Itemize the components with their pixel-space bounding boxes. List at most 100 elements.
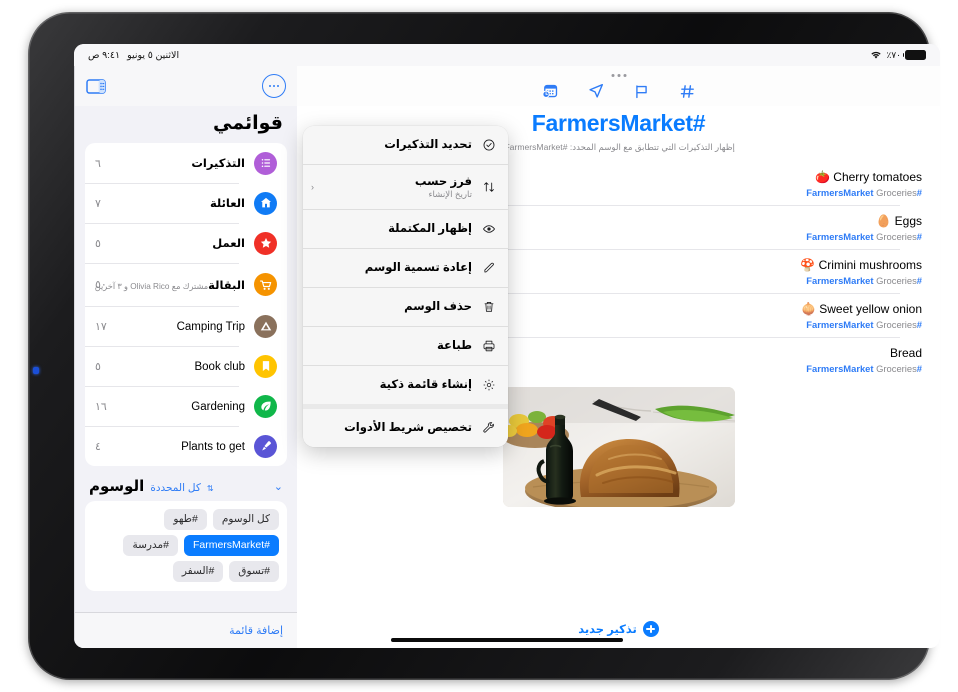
menu-item-8[interactable]: تخصيص شريط الأدوات [303,409,508,447]
sidebar-item-count: ٥ [95,237,101,250]
sidebar-item-camping-trip[interactable]: Camping Trip ١٧ [85,306,287,346]
reminder-title: Eggs 🥚 [876,214,922,228]
menu-item-text: تخصيص شريط الأدوات [314,421,472,435]
printer-icon [480,338,497,355]
checkmark-circle-icon [480,137,497,154]
menu-item-6[interactable]: طباعة [303,327,508,365]
tag-chip[interactable]: #تسوق [229,561,279,582]
bread-photo[interactable] [502,387,735,507]
sidebar-item-label: Gardening [191,401,245,413]
sidebar-item-book-club[interactable]: Book club ٥ [85,346,287,386]
tag-chip[interactable]: #FarmersMarket [183,535,279,556]
sidebar-item-count: ٤ [95,440,101,453]
list-bullets-icon [254,151,277,175]
menu-item-label: إنشاء قائمة ذكية [379,378,472,391]
sidebar-item-text: Gardening [120,397,245,415]
status-bar-time: ٩:٤١ ص [88,49,121,61]
gear-icon [480,377,497,394]
sidebar-item-text: Camping Trip [120,317,245,335]
reminder-name: Eggs [894,214,922,228]
reminder-name: Sweet yellow onion [819,302,922,316]
reminder-list-name: Groceries [876,187,917,198]
chevron-down-icon[interactable]: ⌄ [274,480,283,493]
sidebar-item-العائلة[interactable]: العائلة ٧ [85,183,287,223]
menu-item-1[interactable]: تحديد التذكيرات [303,126,508,164]
menu-item-text: طباعة [314,339,472,353]
calendar-clock-icon[interactable] [540,81,560,101]
eye-icon [480,221,497,238]
up-down-chevron-icon[interactable]: ⇅ [207,484,214,493]
hashtag-icon[interactable] [678,81,698,101]
menu-item-text: إعادة تسمية الوسم [314,261,472,275]
reminder-list-name: Groceries [876,275,917,286]
menu-item-text: حذف الوسم [314,300,472,314]
sidebar-item-label: Plants to get [181,441,245,453]
more-options-icon[interactable] [262,74,286,98]
tag-chip[interactable]: كل الوسوم [212,509,279,530]
pencil-icon [480,260,497,277]
tags-card: كل الوسوم #طهو #FarmersMarket #مدرسة #تسوق #ا… [85,501,287,591]
status-bar-left: ٧٠٪ [870,50,926,61]
sidebar-toolbar [75,66,297,106]
star-icon [254,231,277,255]
sidebar-item-label: العمل [212,238,245,250]
tent-icon [254,314,277,338]
reminder-emoji: 🍄 [800,258,816,272]
main-toolbar [297,66,940,106]
menu-item-label: فرز حسب [414,174,472,188]
sidebar-item-label: التذكيرات [191,158,245,170]
plus-circle-icon[interactable] [642,621,659,637]
reminder-title: Cherry tomatoes 🍅 [815,170,922,184]
sidebar-item-count: ٥ [95,360,101,373]
tags-header: ⌄ ⇅ كل المحددة الوسوم [75,466,297,501]
menu-item-4[interactable]: إعادة تسمية الوسم [303,249,508,287]
wrench-icon [480,420,497,437]
sidebar-item-plants-to-get[interactable]: Plants to get ٤ [85,426,287,466]
tags-selection-label[interactable]: كل المحددة [150,482,201,494]
main-toolbar-icons [540,81,698,101]
sidebar-item-text: العائلة [120,194,245,212]
tags-header-right: ⇅ كل المحددة الوسوم [89,477,214,495]
home-indicator[interactable] [391,638,623,642]
menu-item-text: إظهار المكتملة [314,222,472,236]
device-indicator-light [33,367,39,374]
sidebar-item-text: التذكيرات [120,154,245,172]
menu-item-7[interactable]: إنشاء قائمة ذكية [303,366,508,404]
multitasking-grabber-icon[interactable] [611,74,626,77]
menu-item-5[interactable]: حذف الوسم [303,288,508,326]
menu-item-3[interactable]: إظهار المكتملة [303,210,508,248]
reminder-name: Cherry tomatoes [833,170,922,184]
sidebar-title: قوائمي [213,113,283,134]
wifi-icon [871,51,882,59]
sidebar-item-count: ٧ [95,197,101,210]
ipad-screen: ٧٠٪ الاثنين ٥ يونيو ٩:٤١ ص #FarmersMarke… [74,44,940,648]
reminder-title: Crimini mushrooms 🍄 [800,258,922,272]
house-icon [254,191,277,215]
reminder-list-name: Groceries [876,231,917,242]
menu-item-label: تخصيص شريط الأدوات [344,421,472,434]
options-popover-menu[interactable]: تحديد التذكيرات فرز حسب تاريخ الإنشاء ‹ إظها… [303,126,508,447]
menu-item-subtitle: تاريخ الإنشاء [428,188,473,199]
new-reminder-label: تذكير جديد [578,624,637,636]
flag-icon[interactable] [632,81,652,101]
leaf-icon [254,394,277,418]
status-bar: ٧٠٪ الاثنين ٥ يونيو ٩:٤١ ص [74,44,940,66]
reminder-title: Sweet yellow onion 🧅 [801,302,922,316]
sidebar-item-gardening[interactable]: Gardening ١٦ [85,386,287,426]
sidebar-item-البقالة[interactable]: البقالةمشترك مع Olivia Rico و ٣ آخرين ٥٠ [85,263,287,306]
sidebar-item-العمل[interactable]: العمل ٥ [85,223,287,263]
menu-item-label: إعادة تسمية الوسم [364,261,472,274]
sidebar-item-التذكيرات[interactable]: التذكيرات ٦ [85,143,287,183]
tag-chip[interactable]: #طهو [164,509,207,530]
tags-title: الوسوم [89,478,145,495]
menu-item-2[interactable]: فرز حسب تاريخ الإنشاء ‹ [303,165,508,209]
tag-chip[interactable]: #مدرسة [123,535,178,556]
tag-chip[interactable]: #السفر [172,561,224,582]
status-bar-date: الاثنين ٥ يونيو [127,49,180,61]
sidebar-item-count: ١٦ [95,400,107,413]
new-reminder-bar[interactable]: تذكير جديد [297,610,940,648]
sidebar-item-text: البقالةمشترك مع Olivia Rico و ٣ آخرين [95,276,245,294]
add-list-button[interactable]: إضافة قائمة [229,624,283,637]
sidebar-toggle-icon[interactable] [86,78,106,94]
location-arrow-icon[interactable] [586,81,606,101]
